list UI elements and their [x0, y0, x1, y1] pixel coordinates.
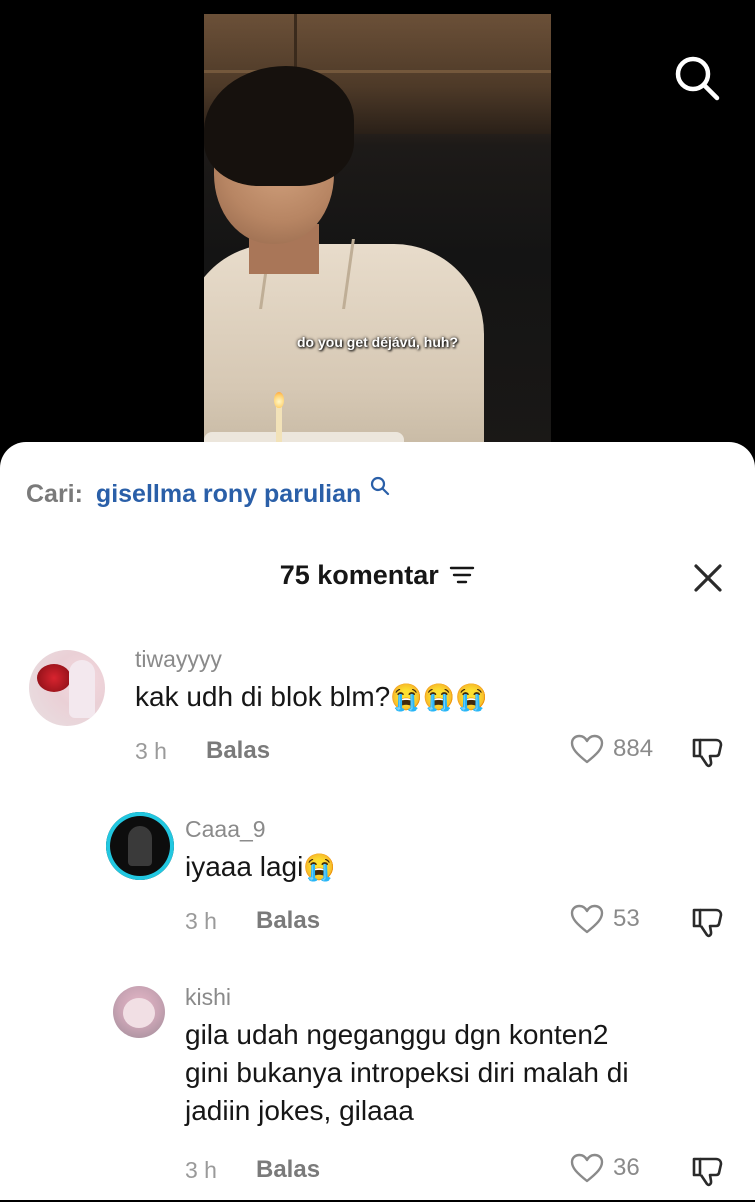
thumbs-down-icon — [692, 738, 723, 768]
avatar[interactable] — [113, 986, 165, 1038]
heart-icon — [570, 734, 604, 764]
video-player[interactable]: do you get déjávú, huh? — [0, 0, 755, 470]
comment-item: tiwayyyy kak udh di blok blm?😭😭😭 3 h Bal… — [0, 642, 755, 782]
like-button[interactable]: 53 — [569, 903, 640, 935]
heart-icon — [570, 904, 604, 934]
comment-text-line: gila udah ngeganggu dgn konten2 — [185, 1019, 609, 1050]
comment-username[interactable]: Caaa_9 — [185, 816, 266, 843]
related-search[interactable]: Cari: gisellma rony parulian — [26, 476, 390, 509]
thumbs-down-icon — [692, 1157, 723, 1187]
filter-icon[interactable] — [449, 564, 475, 591]
close-icon — [694, 564, 722, 592]
crying-emoji: 😭 — [303, 852, 336, 882]
like-button[interactable]: 884 — [569, 733, 653, 765]
search-prefix: Cari: — [26, 480, 83, 508]
dislike-button[interactable] — [690, 904, 726, 940]
comment-count: 75 komentar — [279, 560, 439, 590]
comment-time: 3 h — [185, 908, 217, 934]
comment-time: 3 h — [185, 1157, 217, 1183]
search-button[interactable] — [673, 54, 721, 102]
comment-text: kak udh di blok blm?😭😭😭 — [135, 678, 487, 716]
search-icon — [370, 474, 390, 503]
comment-text-line: jadiin jokes, gilaaa — [185, 1095, 414, 1126]
video-frame[interactable]: do you get déjávú, huh? — [204, 14, 551, 454]
like-count: 884 — [613, 735, 654, 762]
reply-button[interactable]: Balas — [206, 737, 270, 765]
comment-item: Caaa_9 iyaaa lagi😭 3 h Balas 53 — [0, 812, 755, 952]
comment-text-line: gini bukanya intropeksi diri malah di — [185, 1057, 629, 1088]
comment-item: kishi gila udah ngeganggu dgn konten2 gi… — [0, 982, 755, 1202]
like-count: 36 — [613, 1154, 640, 1181]
comments-header: 75 komentar — [0, 560, 755, 591]
avatar-roses — [37, 664, 71, 692]
comment-username[interactable]: tiwayyyy — [135, 646, 222, 673]
reply-button[interactable]: Balas — [256, 1156, 320, 1184]
comments-sheet: Cari: gisellma rony parulian 75 komentar — [0, 442, 755, 1200]
video-caption: do you get déjávú, huh? — [297, 334, 458, 350]
candle — [276, 406, 282, 442]
thumbs-down-icon — [692, 908, 723, 938]
heart-icon — [570, 1153, 604, 1183]
like-button[interactable]: 36 — [569, 1152, 640, 1184]
comment-username[interactable]: kishi — [185, 984, 231, 1011]
comment-time: 3 h — [135, 738, 167, 764]
candle-flame — [274, 392, 284, 408]
reply-button[interactable]: Balas — [256, 907, 320, 935]
comment-text: iyaaa lagi😭 — [185, 848, 336, 886]
close-button[interactable] — [692, 562, 724, 594]
wall-panel-divider — [294, 14, 297, 70]
avatar-figure — [128, 826, 152, 866]
search-icon — [675, 56, 720, 101]
comment-text: gila udah ngeganggu dgn konten2 gini buk… — [185, 1016, 730, 1130]
crying-emoji: 😭😭😭 — [390, 682, 488, 712]
avatar[interactable] — [29, 650, 105, 726]
dislike-button[interactable] — [690, 1153, 726, 1189]
comment-text-body: kak udh di blok blm? — [135, 681, 391, 712]
search-query-link[interactable]: gisellma rony parulian — [96, 480, 361, 508]
avatar-person — [69, 660, 95, 718]
comment-text-body: iyaaa lagi — [185, 851, 304, 882]
avatar-cat-face — [123, 998, 155, 1028]
dislike-button[interactable] — [690, 734, 726, 770]
avatar[interactable] — [106, 812, 174, 880]
like-count: 53 — [613, 905, 640, 932]
